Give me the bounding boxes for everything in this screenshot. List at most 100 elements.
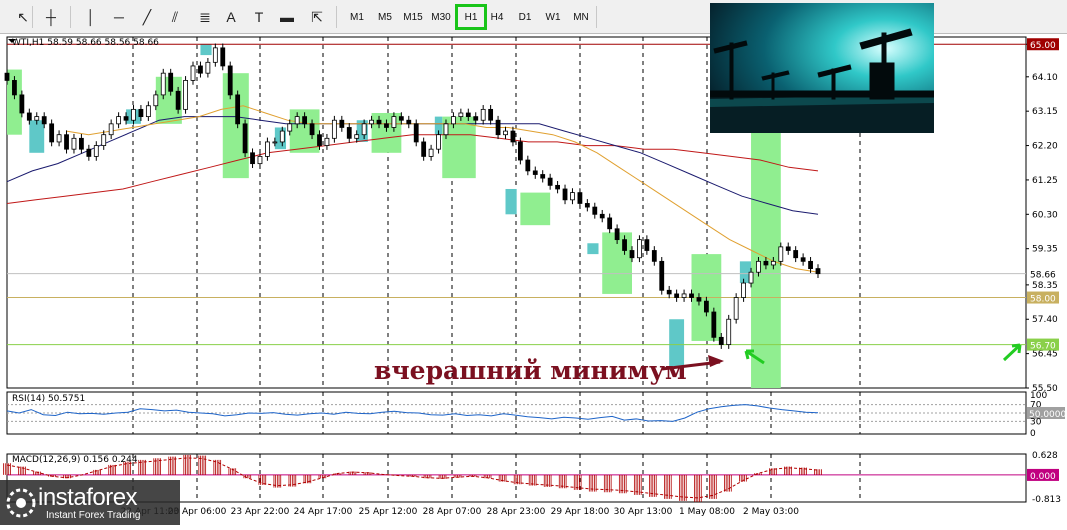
- candle-body: [465, 112, 471, 118]
- fibonacci-icon[interactable]: ≣: [194, 6, 216, 28]
- ma-slow-line: [6, 134, 819, 204]
- candle-body: [607, 217, 613, 230]
- time-tick-label: 25 Apr 12:00: [359, 507, 418, 517]
- arrows-icon[interactable]: ⇱: [306, 6, 328, 28]
- timeframe-m15-button[interactable]: M15: [401, 7, 425, 27]
- candle-body: [384, 123, 389, 128]
- candle-body: [168, 72, 174, 92]
- current-price-tag: 58.66: [1030, 271, 1056, 281]
- chart-header: WTI,H1 58.59 58.66 58.56 58.66: [12, 38, 159, 48]
- candle-body: [733, 297, 739, 320]
- crosshair-icon[interactable]: ┼: [40, 6, 62, 28]
- candle-body: [555, 184, 560, 190]
- price-tick-label: 60.30: [1032, 210, 1058, 220]
- candle-body: [64, 134, 69, 150]
- equidistant-channel-icon[interactable]: ⫽: [164, 6, 186, 28]
- candle-body: [637, 239, 642, 259]
- candle-body: [808, 260, 813, 269]
- rsi-tick-30: 30: [1030, 417, 1042, 427]
- level-5670-tag: 56.70: [1030, 342, 1056, 352]
- cursor-arrow-icon[interactable]: ↖: [12, 6, 34, 28]
- candle-body: [540, 174, 546, 179]
- candle-body: [56, 134, 62, 143]
- timeframe-m5-button[interactable]: M5: [374, 7, 396, 27]
- timeframe-h4-button[interactable]: H4: [486, 7, 508, 27]
- candle-body: [473, 116, 479, 121]
- candle-body: [175, 90, 181, 110]
- trendline-icon[interactable]: ╱: [136, 6, 158, 28]
- price-tick-label: 62.20: [1032, 142, 1058, 152]
- candle-body: [265, 141, 270, 157]
- candle-body: [116, 116, 122, 125]
- candle-body: [436, 134, 441, 150]
- candle-body: [815, 268, 821, 275]
- rectangle-icon[interactable]: ▬: [276, 6, 298, 28]
- bear-zone-box: [587, 243, 599, 255]
- candle-body: [123, 116, 129, 121]
- candle-body: [220, 47, 226, 67]
- horizontal-line-icon[interactable]: ─: [108, 6, 130, 28]
- bull-zone-box: [371, 112, 402, 153]
- candle-body: [41, 116, 47, 125]
- candle-body: [153, 94, 159, 107]
- candle-body: [279, 130, 285, 143]
- brand-name: instaforex: [38, 484, 138, 511]
- timeframe-mn-button[interactable]: MN: [570, 7, 592, 27]
- candle-body: [644, 239, 650, 251]
- candle-body: [346, 127, 352, 139]
- timeframe-h1-button[interactable]: H1: [455, 4, 487, 30]
- timeframe-m30-button[interactable]: M30: [429, 7, 453, 27]
- candle-body: [622, 239, 627, 251]
- timeframe-d1-button[interactable]: D1: [514, 7, 536, 27]
- candle-body: [49, 123, 55, 143]
- candle-body: [443, 123, 449, 136]
- time-tick-label: 28 Apr 07:00: [423, 507, 482, 517]
- candle-body: [227, 65, 233, 96]
- text-label-icon[interactable]: T: [248, 6, 270, 28]
- time-tick-label: 30 Apr 13:00: [614, 507, 673, 517]
- candle-body: [242, 123, 248, 154]
- oil-pumps-photo: [709, 3, 935, 133]
- candle-body: [212, 47, 218, 63]
- candle-body: [145, 105, 151, 118]
- candle-body: [503, 130, 508, 136]
- price-tick-label: 59.35: [1032, 245, 1058, 255]
- candle-body: [785, 246, 791, 251]
- candle-body: [741, 282, 746, 298]
- toolbar-separator: [596, 6, 597, 28]
- oil-pumps-image: [709, 3, 935, 133]
- candle-body: [138, 108, 144, 118]
- candle-body: [488, 108, 494, 121]
- bull-zone-box: [520, 192, 551, 226]
- instaforex-logo-icon: [6, 488, 36, 518]
- toolbar-separator: [70, 6, 71, 28]
- candle-body: [108, 123, 114, 136]
- candle-body: [361, 123, 367, 136]
- timeframe-w1-button[interactable]: W1: [542, 7, 564, 27]
- candle-body: [12, 80, 17, 96]
- candle-body: [376, 119, 382, 125]
- candle-body: [302, 116, 308, 125]
- time-tick-label: 24 Apr 17:00: [294, 507, 353, 517]
- candle-body: [584, 203, 590, 208]
- timeframe-m1-button[interactable]: M1: [346, 7, 368, 27]
- text-icon[interactable]: A: [220, 6, 242, 28]
- candle-body: [86, 148, 92, 157]
- candle-body: [703, 300, 709, 313]
- candle-body: [71, 137, 77, 150]
- level-58-tag: 58.00: [1030, 295, 1056, 305]
- candle-body: [480, 108, 486, 121]
- candle-body: [183, 80, 188, 110]
- candle-body: [525, 159, 531, 172]
- candle-body: [577, 192, 583, 204]
- candle-body: [748, 271, 754, 284]
- level-65-tag: 65.00: [1030, 41, 1056, 51]
- bear-zone-box: [200, 44, 212, 56]
- time-tick-label: 2 May 03:00: [743, 507, 799, 517]
- candle-body: [101, 134, 107, 146]
- candle-body: [778, 246, 784, 262]
- candle-body: [674, 293, 680, 298]
- toolbar-separator: [336, 6, 337, 28]
- vertical-line-icon[interactable]: │: [80, 6, 102, 28]
- candle-body: [681, 293, 687, 298]
